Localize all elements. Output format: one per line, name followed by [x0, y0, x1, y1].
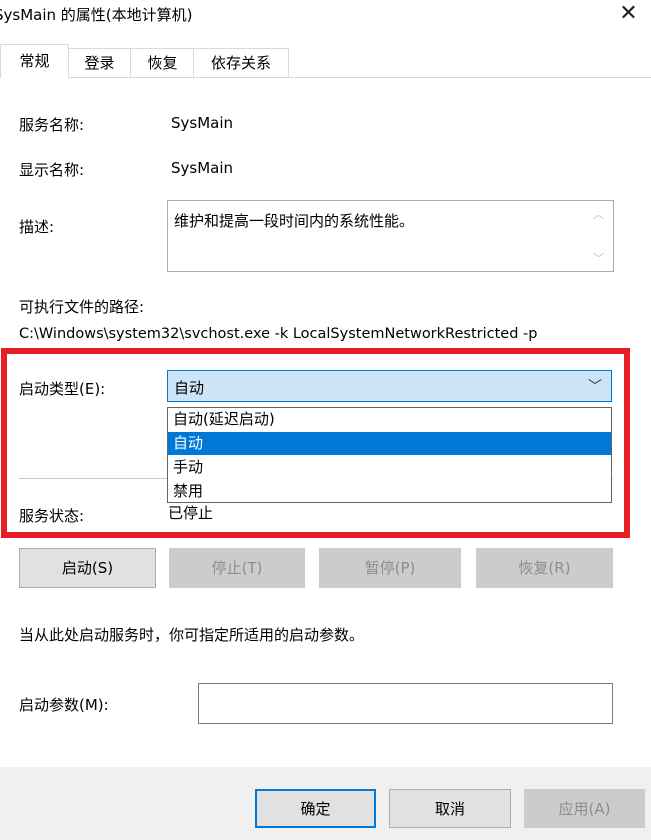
tab-recovery[interactable]: 恢复 — [130, 48, 195, 78]
stop-button[interactable]: 停止(T) — [169, 548, 305, 588]
start-button[interactable]: 启动(S) — [19, 548, 156, 588]
description-label: 描述: — [19, 218, 55, 236]
tab-dependencies-label: 依存关系 — [210, 54, 271, 72]
display-name-value: SysMain — [171, 159, 234, 177]
start-params-label: 启动参数(M): — [19, 696, 109, 714]
tab-logon-label: 登录 — [84, 54, 115, 72]
startup-type-dropdown: 自动(延迟启动) 自动 手动 禁用 — [167, 407, 612, 503]
chevron-down-icon[interactable]: ﹀ — [588, 376, 602, 396]
resume-button[interactable]: 恢复(R) — [476, 548, 613, 588]
cancel-button[interactable]: 取消 — [389, 789, 511, 828]
scroll-up-icon[interactable]: ︿ — [593, 206, 604, 222]
start-params-hint: 当从此处启动服务时，你可指定所适用的启动参数。 — [19, 626, 365, 644]
service-name-value: SysMain — [171, 114, 234, 132]
apply-button[interactable]: 应用(A) — [524, 789, 645, 828]
close-icon[interactable]: ✕ — [606, 0, 651, 31]
service-status-value: 已停止 — [168, 504, 214, 522]
startup-type-combobox[interactable]: 自动 ﹀ — [167, 370, 612, 402]
startup-type-selected: 自动 — [174, 379, 205, 397]
service-status-label: 服务状态: — [19, 507, 85, 525]
start-params-input[interactable] — [198, 683, 613, 724]
pause-button[interactable]: 暂停(P) — [319, 548, 461, 588]
exe-path-label: 可执行文件的路径: — [19, 298, 145, 316]
tab-general-label: 常规 — [19, 52, 50, 70]
scroll-down-icon[interactable]: ﹀ — [593, 250, 604, 266]
window-title: SysMain 的属性(本地计算机) — [0, 6, 193, 24]
tab-dependencies[interactable]: 依存关系 — [193, 48, 289, 78]
tab-logon[interactable]: 登录 — [67, 48, 132, 78]
display-name-label: 显示名称: — [19, 161, 85, 179]
service-name-label: 服务名称: — [19, 116, 85, 134]
tab-general[interactable]: 常规 — [0, 44, 69, 78]
option-auto-delayed[interactable]: 自动(延迟启动) — [168, 408, 611, 431]
startup-type-label: 启动类型(E): — [19, 380, 106, 398]
exe-path-value: C:\Windows\system32\svchost.exe -k Local… — [19, 326, 538, 342]
title-bar: SysMain 的属性(本地计算机) ✕ — [0, 0, 651, 33]
option-manual[interactable]: 手动 — [168, 456, 611, 479]
ok-button[interactable]: 确定 — [255, 789, 376, 828]
description-text: 维护和提高一段时间内的系统性能。 — [174, 212, 415, 230]
description-textbox[interactable]: 维护和提高一段时间内的系统性能。 ︿ ﹀ — [167, 200, 614, 272]
option-disabled[interactable]: 禁用 — [168, 480, 611, 503]
tab-recovery-label: 恢复 — [147, 54, 178, 72]
option-auto[interactable]: 自动 — [168, 432, 611, 455]
